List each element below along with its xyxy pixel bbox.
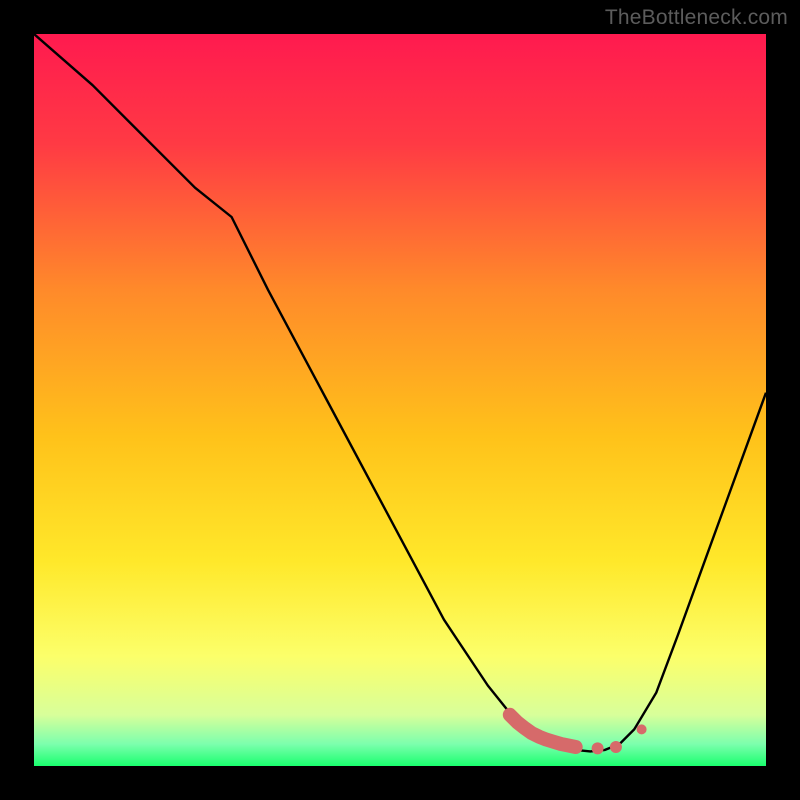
watermark-text: TheBottleneck.com	[605, 6, 788, 30]
chart-frame	[34, 34, 766, 766]
chart-plot	[34, 34, 766, 766]
highlight-dot-1	[592, 742, 604, 754]
highlight-dot-3	[637, 724, 647, 734]
series-bottleneck-curve	[34, 34, 766, 751]
highlight-segment	[510, 715, 576, 747]
highlight-dot-2	[610, 741, 622, 753]
